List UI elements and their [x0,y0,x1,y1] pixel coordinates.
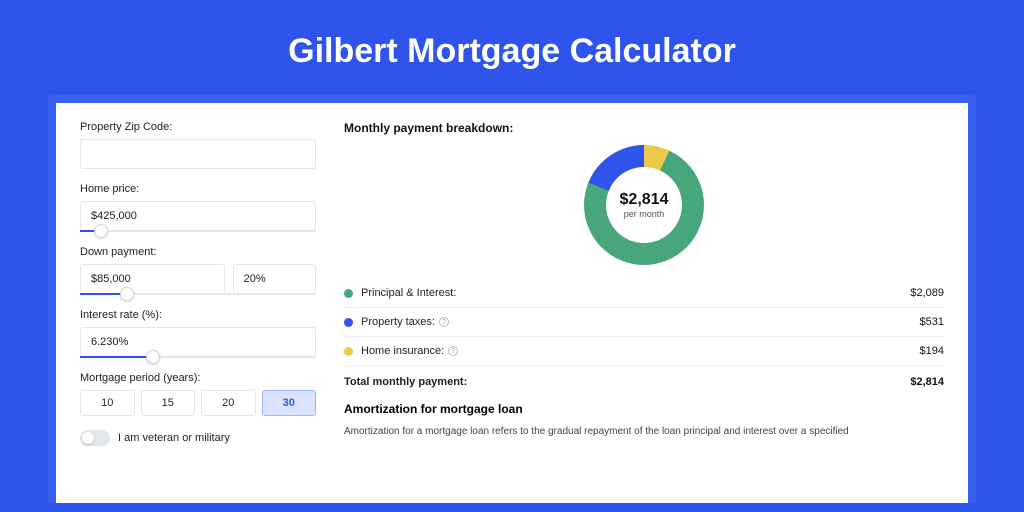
donut-center: $2,814 per month [606,167,682,243]
breakdown-label-text: Home insurance: [361,345,444,357]
slider-thumb[interactable] [94,224,108,238]
toggle-knob [82,432,94,444]
amortization-body: Amortization for a mortgage loan refers … [344,424,944,439]
total-label: Total monthly payment: [344,376,910,388]
slider-thumb[interactable] [120,287,134,301]
slider-thumb[interactable] [146,350,160,364]
breakdown-title: Monthly payment breakdown: [344,121,944,135]
down-payment-label: Down payment: [80,246,316,258]
interest-input[interactable] [80,327,316,357]
down-payment-input[interactable] [80,264,225,294]
card-shadow: Property Zip Code: Home price: Down paym… [48,95,976,503]
period-btn-30[interactable]: 30 [262,390,317,416]
breakdown-value: $531 [920,316,944,328]
slider-fill [80,356,153,358]
breakdown-row-insurance: Home insurance: ? $194 [344,337,944,366]
period-group: Mortgage period (years): 10 15 20 30 [80,372,316,416]
veteran-toggle-row: I am veteran or military [80,430,316,446]
breakdown-label: Property taxes: ? [361,316,920,328]
period-label: Mortgage period (years): [80,372,316,384]
interest-label: Interest rate (%): [80,309,316,321]
down-payment-group: Down payment: [80,246,316,295]
inputs-column: Property Zip Code: Home price: Down paym… [80,121,330,503]
info-icon[interactable]: ? [448,346,458,356]
veteran-toggle[interactable] [80,430,110,446]
breakdown-value: $194 [920,345,944,357]
breakdown-total-row: Total monthly payment: $2,814 [344,366,944,402]
period-btn-15[interactable]: 15 [141,390,196,416]
zip-label: Property Zip Code: [80,121,316,133]
breakdown-column: Monthly payment breakdown: $2,814 per mo… [330,121,944,503]
donut-chart-wrap: $2,814 per month [344,145,944,265]
period-options: 10 15 20 30 [80,390,316,416]
amortization-title: Amortization for mortgage loan [344,402,944,416]
down-payment-pct-input[interactable] [233,264,316,294]
breakdown-row-principal: Principal & Interest: $2,089 [344,279,944,308]
donut-sublabel: per month [624,209,665,219]
home-price-group: Home price: [80,183,316,232]
period-btn-10[interactable]: 10 [80,390,135,416]
info-icon[interactable]: ? [439,317,449,327]
zip-field-group: Property Zip Code: [80,121,316,169]
donut-value: $2,814 [620,191,669,209]
breakdown-value: $2,089 [910,287,944,299]
breakdown-label-text: Property taxes: [361,316,435,328]
page-title: Gilbert Mortgage Calculator [0,0,1024,95]
home-price-label: Home price: [80,183,316,195]
donut-chart: $2,814 per month [584,145,704,265]
legend-dot-icon [344,347,353,356]
legend-dot-icon [344,318,353,327]
interest-group: Interest rate (%): [80,309,316,358]
veteran-label: I am veteran or military [118,432,230,444]
home-price-slider[interactable] [80,230,316,232]
breakdown-row-taxes: Property taxes: ? $531 [344,308,944,337]
breakdown-label: Home insurance: ? [361,345,920,357]
calculator-card: Property Zip Code: Home price: Down paym… [56,103,968,503]
home-price-input[interactable] [80,201,316,231]
period-btn-20[interactable]: 20 [201,390,256,416]
down-payment-slider[interactable] [80,293,316,295]
legend-dot-icon [344,289,353,298]
zip-input[interactable] [80,139,316,169]
breakdown-label-text: Principal & Interest: [361,287,456,299]
total-value: $2,814 [910,376,944,388]
interest-slider[interactable] [80,356,316,358]
breakdown-label: Principal & Interest: [361,287,910,299]
